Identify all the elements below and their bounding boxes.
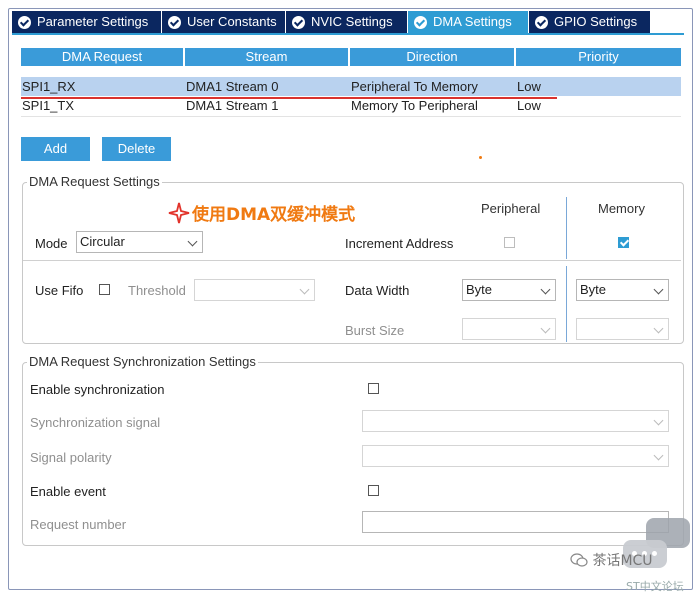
chevron-down-icon [540,284,551,295]
chevron-down-icon [540,323,551,334]
request-number-input[interactable] [362,511,669,533]
sync-signal-select[interactable] [362,410,669,432]
tab-user-constants[interactable]: User Constants [162,11,286,33]
burst-size-label: Burst Size [345,323,405,338]
data-width-peripheral-value: Byte [466,282,493,297]
data-width-memory-value: Byte [580,282,607,297]
mode-value: Circular [80,234,125,249]
check-circle-icon [535,15,548,29]
mode-label: Mode [35,236,68,251]
threshold-label: Threshold [128,283,186,298]
dma-request-settings-legend: DMA Request Settings [27,174,162,189]
sync-signal-label: Synchronization signal [30,415,161,430]
check-circle-icon [168,15,181,29]
enable-sync-label: Enable synchronization [30,382,165,397]
chevron-down-icon [653,284,664,295]
watermark-text: 茶话MCU [570,550,653,570]
request-number-label: Request number [30,517,127,532]
increment-address-label: Increment Address [345,236,454,251]
tab-nvic-settings[interactable]: NVIC Settings [286,11,408,33]
data-width-label: Data Width [345,283,410,298]
mode-select[interactable]: Circular [76,231,203,253]
signal-polarity-select[interactable] [362,445,669,467]
chevron-down-icon [299,284,310,295]
data-width-peripheral-select[interactable]: Byte [462,279,556,301]
check-circle-icon [292,15,305,29]
annotation-dot [479,156,482,159]
tab-underline [12,33,684,35]
enable-event-checkbox[interactable] [368,485,379,496]
burst-size-memory-select[interactable] [576,318,669,340]
column-divider [566,197,567,259]
chevron-down-icon [187,236,198,247]
table-bottom-border [21,48,681,117]
data-width-memory-select[interactable]: Byte [576,279,669,301]
section-divider [23,260,681,261]
chevron-down-icon [653,450,664,461]
signal-polarity-label: Signal polarity [30,450,112,465]
enable-sync-checkbox[interactable] [368,383,379,394]
peripheral-column-label: Peripheral [481,201,541,216]
chevron-down-icon [653,415,664,426]
increment-peripheral-checkbox[interactable] [504,237,515,248]
use-fifo-checkbox[interactable] [99,284,110,295]
delete-button[interactable]: Delete [102,137,171,161]
column-divider [566,266,567,342]
sparkle-icon [168,202,190,223]
use-fifo-label: Use Fifo [35,283,84,298]
tab-parameter-settings[interactable]: Parameter Settings [12,11,162,33]
check-circle-icon [18,15,31,29]
enable-event-label: Enable event [30,484,106,499]
add-button[interactable]: Add [21,137,90,161]
wechat-icon [570,553,588,567]
threshold-select[interactable] [194,279,315,301]
tab-gpio-settings[interactable]: GPIO Settings [529,11,651,33]
check-circle-icon [414,15,427,29]
tab-bar: Parameter Settings User Constants NVIC S… [12,11,651,33]
watermark-subtext: ST中文论坛 [626,580,684,593]
increment-memory-checkbox[interactable] [618,237,629,248]
sync-settings-legend: DMA Request Synchronization Settings [27,354,258,369]
burst-size-peripheral-select[interactable] [462,318,556,340]
tab-dma-settings[interactable]: DMA Settings [408,11,529,33]
annotation-label: 使用DMA双缓冲模式 [168,200,355,225]
chevron-down-icon [653,323,664,334]
memory-column-label: Memory [598,201,645,216]
